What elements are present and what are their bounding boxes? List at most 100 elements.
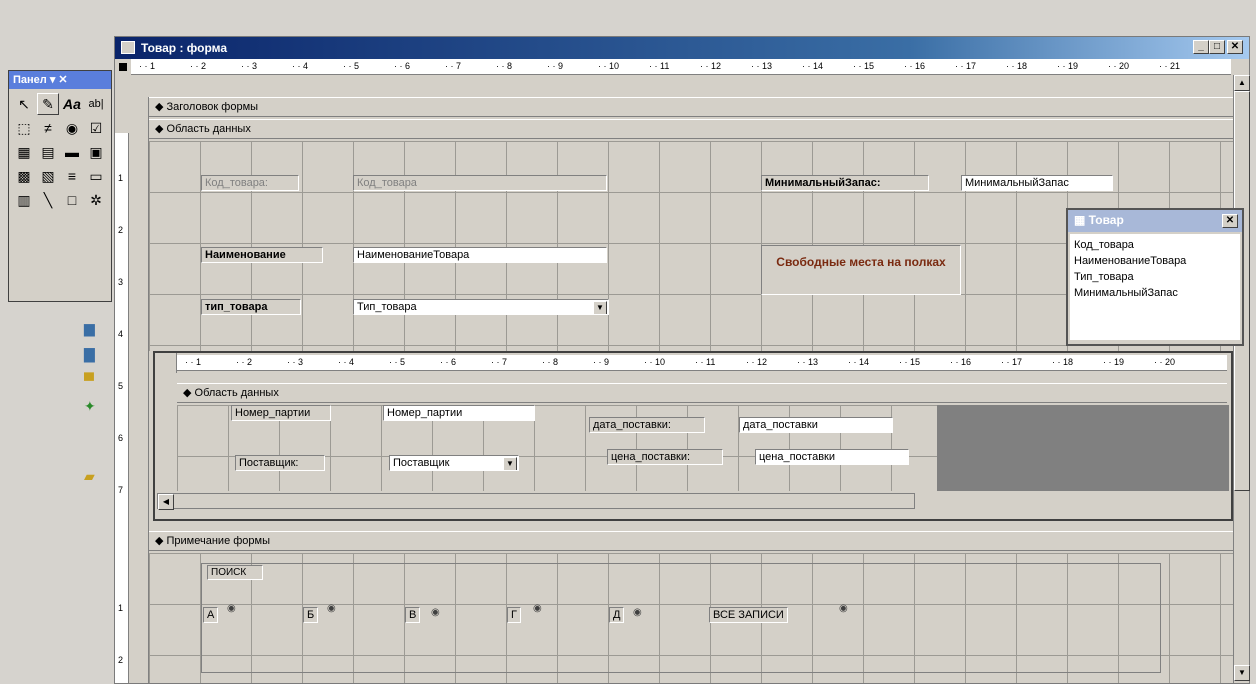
supplier-combobox[interactable]: Поставщик ▼ bbox=[389, 455, 519, 471]
section-header-bar[interactable]: ◆ Заголовок формы bbox=[149, 97, 1233, 117]
combobox-tool-icon[interactable]: ▦ bbox=[13, 141, 35, 163]
option-d-label[interactable]: Д bbox=[609, 607, 625, 623]
subform-detail-area[interactable]: Номер_партии Номер_партии дата_поставки:… bbox=[177, 405, 937, 491]
field-list-item[interactable]: МинимальныйЗапас bbox=[1074, 285, 1236, 301]
kod-label[interactable]: Код_товара: bbox=[201, 175, 299, 191]
vertical-ruler-detail[interactable]: 1 2 3 4 5 6 7 bbox=[115, 133, 129, 583]
window-title: Товар : форма bbox=[141, 41, 228, 55]
option-a-label[interactable]: А bbox=[203, 607, 219, 623]
bound-object-icon[interactable]: ▧ bbox=[37, 165, 59, 187]
report-object-icon[interactable]: ▇ bbox=[84, 346, 110, 372]
rectangle-tool-icon[interactable]: □ bbox=[61, 189, 83, 211]
name-field[interactable]: НаименованиеТовара bbox=[353, 247, 607, 263]
tab-control-icon[interactable]: ▭ bbox=[85, 165, 107, 187]
image-tool-icon[interactable]: ▣ bbox=[85, 141, 107, 163]
option-g-label[interactable]: Г bbox=[507, 607, 521, 623]
form-window[interactable]: Товар : форма _ □ ✕ · · 1 · · 2 · · 3 · · 4… bbox=[114, 36, 1250, 684]
ruler-tick-label: · · 6 bbox=[440, 357, 457, 367]
toolbox-title[interactable]: Панел ▾ ✕ bbox=[9, 71, 111, 89]
command-button-icon[interactable]: ▬ bbox=[61, 141, 83, 163]
kod-field[interactable]: Код_товара bbox=[353, 175, 607, 191]
field-list-titlebar[interactable]: ▦ Товар ✕ bbox=[1068, 210, 1242, 232]
vertical-ruler-footer[interactable]: 1 2 bbox=[115, 551, 129, 683]
side-toolbar: ▆ ▇ ▀ ✦ ▰ bbox=[84, 320, 110, 490]
option-all-label[interactable]: ВСЕ ЗАПИСИ bbox=[709, 607, 788, 623]
section-detail-bar[interactable]: ◆ Область данных bbox=[149, 119, 1233, 139]
min-field[interactable]: МинимальныйЗапас bbox=[961, 175, 1113, 191]
field-list-item[interactable]: НаименованиеТовара bbox=[1074, 253, 1236, 269]
option-a-radio-icon[interactable]: ◉ bbox=[227, 603, 236, 614]
subform-empty-area bbox=[937, 405, 1229, 491]
ruler-tick-label: · · 2 bbox=[236, 357, 253, 367]
subform-selector[interactable] bbox=[155, 353, 177, 373]
close-icon[interactable]: ✕ bbox=[1227, 40, 1243, 54]
toolbox-panel[interactable]: Панел ▾ ✕ ↖ ✎ Aa ab| ⬚ ≠ ◉ ☑ ▦ ▤ ▬ ▣ ▩ ▧… bbox=[8, 70, 112, 302]
search-option-group[interactable] bbox=[201, 563, 1161, 673]
option-all-radio-icon[interactable]: ◉ bbox=[839, 603, 848, 614]
option-b-radio-icon[interactable]: ◉ bbox=[327, 603, 336, 614]
minimize-icon[interactable]: _ bbox=[1193, 40, 1209, 54]
section-footer-bar[interactable]: ◆ Примечание формы bbox=[149, 531, 1233, 551]
subform-detail-label: Область данных bbox=[194, 387, 279, 399]
field-list-item[interactable]: Код_товара bbox=[1074, 237, 1236, 253]
partiya-field[interactable]: Номер_партии bbox=[383, 405, 535, 421]
option-v-radio-icon[interactable]: ◉ bbox=[431, 607, 440, 618]
subform-control[interactable]: · · 1 · · 2 · · 3 · · 4 · · 5 · · 6 · · 7 · · 8… bbox=[153, 351, 1233, 521]
scroll-up-icon[interactable]: ▲ bbox=[1234, 75, 1250, 91]
partiya-label[interactable]: Номер_партии bbox=[231, 405, 331, 421]
chevron-down-icon[interactable]: ▼ bbox=[593, 301, 607, 314]
ruler-tick-label: · · 4 bbox=[292, 61, 309, 71]
field-list-window[interactable]: ▦ Товар ✕ Код_товара НаименованиеТовара … bbox=[1066, 208, 1244, 346]
scroll-left-icon[interactable]: ◀ bbox=[158, 494, 174, 510]
wizard-icon[interactable]: ✎ bbox=[37, 93, 59, 115]
form-object-icon[interactable]: ▆ bbox=[84, 320, 110, 346]
date-label[interactable]: дата_поставки: bbox=[589, 417, 705, 433]
type-combobox[interactable]: Тип_товара ▼ bbox=[353, 299, 609, 315]
option-b-label[interactable]: Б bbox=[303, 607, 319, 623]
vertical-scrollbar[interactable]: ▲ ▼ bbox=[1233, 75, 1250, 683]
free-places-label[interactable]: Свободные места на полках bbox=[761, 245, 961, 295]
subform-tool-icon[interactable]: ▥ bbox=[13, 189, 35, 211]
vruler-2: 2 bbox=[118, 225, 124, 235]
option-group-icon[interactable]: ⬚ bbox=[13, 117, 35, 139]
textbox-tool-icon[interactable]: ab| bbox=[85, 93, 107, 115]
chevron-down-icon[interactable]: ▼ bbox=[503, 457, 517, 470]
ruler-tick-label: · · 15 bbox=[853, 61, 875, 71]
footer-area[interactable]: ПОИСК А ◉ Б ◉ В ◉ Г ◉ Д ◉ ВСЕ ЗАПИСИ ◉ bbox=[149, 553, 1233, 683]
checkbox-tool-icon[interactable]: ☑ bbox=[85, 117, 107, 139]
option-g-radio-icon[interactable]: ◉ bbox=[533, 603, 542, 614]
name-label[interactable]: Наименование bbox=[201, 247, 323, 263]
ruler-tick-label: · · 13 bbox=[751, 61, 773, 71]
option-button-icon[interactable]: ◉ bbox=[61, 117, 83, 139]
subform-detail-bar[interactable]: ◆ Область данных bbox=[177, 383, 1227, 403]
type-label[interactable]: тип_товара bbox=[201, 299, 301, 315]
form-selector[interactable] bbox=[119, 63, 127, 71]
min-label[interactable]: МинимальныйЗапас: bbox=[761, 175, 929, 191]
price-label[interactable]: цена_поставки: bbox=[607, 449, 723, 465]
subform-ruler[interactable]: · · 1 · · 2 · · 3 · · 4 · · 5 · · 6 · · 7 · · 8… bbox=[177, 355, 1227, 371]
option-v-label[interactable]: В bbox=[405, 607, 421, 623]
window-titlebar[interactable]: Товар : форма _ □ ✕ bbox=[115, 37, 1249, 59]
supplier-label[interactable]: Поставщик: bbox=[235, 455, 325, 471]
close-icon[interactable]: ✕ bbox=[1222, 214, 1238, 228]
group-folder-icon[interactable]: ▰ bbox=[84, 468, 110, 494]
page-break-icon[interactable]: ≡ bbox=[61, 165, 83, 187]
line-tool-icon[interactable]: ╲ bbox=[37, 189, 59, 211]
label-tool-icon[interactable]: Aa bbox=[61, 93, 83, 115]
field-list-item[interactable]: Тип_товара bbox=[1074, 269, 1236, 285]
subform-hscrollbar[interactable]: ◀ bbox=[157, 493, 915, 510]
more-controls-icon[interactable]: ✲ bbox=[85, 189, 107, 211]
select-pointer-icon[interactable]: ↖ bbox=[13, 93, 35, 115]
unbound-object-icon[interactable]: ▩ bbox=[13, 165, 35, 187]
price-field[interactable]: цена_поставки bbox=[755, 449, 909, 465]
option-d-radio-icon[interactable]: ◉ bbox=[633, 607, 642, 618]
listbox-tool-icon[interactable]: ▤ bbox=[37, 141, 59, 163]
maximize-icon[interactable]: □ bbox=[1209, 40, 1225, 54]
page-object-icon[interactable]: ▀ bbox=[84, 372, 110, 398]
date-field[interactable]: дата_поставки bbox=[739, 417, 893, 433]
ruler-tick-label: · · 19 bbox=[1103, 357, 1125, 367]
scroll-down-icon[interactable]: ▼ bbox=[1234, 665, 1250, 681]
macro-object-icon[interactable]: ✦ bbox=[84, 398, 110, 424]
horizontal-ruler[interactable]: · · 1 · · 2 · · 3 · · 4 · · 5 · · 6 · · 7 · · 8… bbox=[131, 59, 1231, 75]
toggle-button-icon[interactable]: ≠ bbox=[37, 117, 59, 139]
